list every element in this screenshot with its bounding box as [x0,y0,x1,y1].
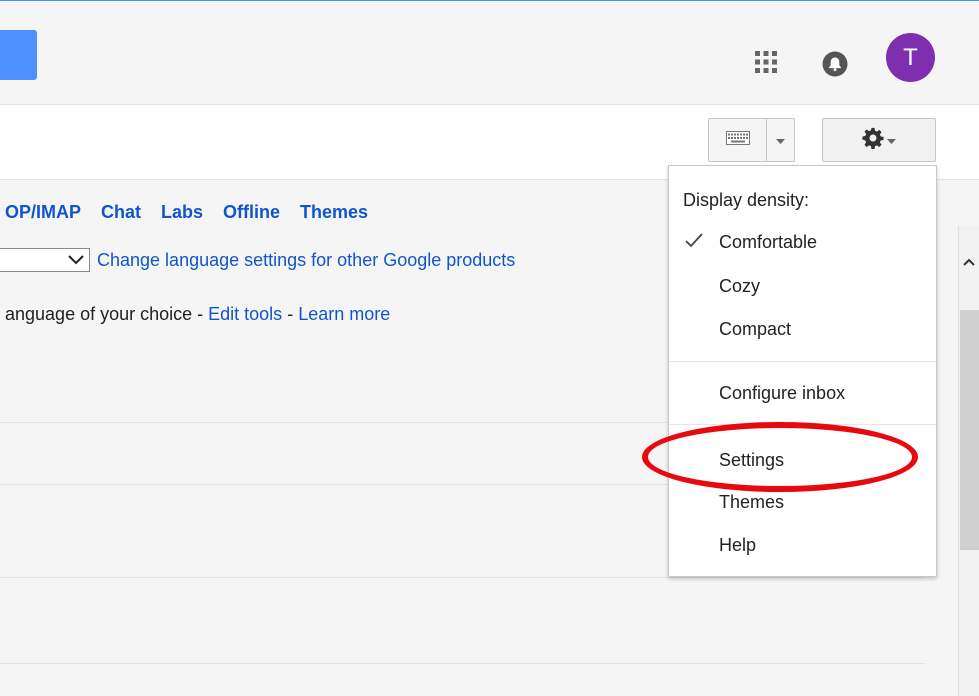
menu-item-themes[interactable]: Themes [719,492,784,513]
bell-icon[interactable] [822,51,848,77]
section-divider [0,663,925,664]
tab-pop-imap[interactable]: OP/IMAP [5,202,81,223]
input-tools-description: anguage of your choice - Edit tools - Le… [5,304,390,325]
menu-item-help[interactable]: Help [719,535,756,556]
keyboard-icon [725,130,750,150]
menu-divider [669,424,936,425]
input-tools-dropdown[interactable] [767,119,794,161]
settings-tabs: OP/IMAP Chat Labs Offline Themes [5,202,388,223]
change-language-link[interactable]: Change language settings for other Googl… [97,250,515,271]
menu-divider [669,361,936,362]
input-tools-separator: - [282,304,299,324]
density-header: Display density: [683,190,810,210]
header-bar: T [0,1,979,105]
chevron-down-icon [887,131,896,149]
gear-icon [862,127,884,154]
edit-tools-link[interactable]: Edit tools [208,304,282,324]
check-icon [683,229,705,251]
menu-item-cozy[interactable]: Cozy [719,276,760,297]
avatar-letter: T [903,43,918,71]
input-tools-button[interactable] [708,118,795,162]
chevron-down-icon [776,131,785,149]
settings-dropdown-menu: Display density: Comfortable Cozy Compac… [668,165,937,577]
input-tools-text: anguage of your choice - [5,304,209,324]
keyboard-toggle[interactable] [709,119,767,161]
avatar[interactable]: T [886,33,935,82]
menu-item-comfortable[interactable]: Comfortable [719,232,817,253]
tab-labs[interactable]: Labs [161,202,203,223]
chevron-up-icon [963,253,975,271]
chevron-down-icon [68,251,84,274]
section-divider [0,577,925,578]
menu-item-compact[interactable]: Compact [719,319,791,340]
tab-themes[interactable]: Themes [300,202,368,223]
menu-item-configure-inbox[interactable]: Configure inbox [719,383,845,404]
tab-chat[interactable]: Chat [101,202,141,223]
menu-item-settings[interactable]: Settings [719,450,784,471]
scroll-thumb[interactable] [960,310,979,550]
search-button[interactable] [0,30,37,80]
settings-gear-button[interactable] [822,118,936,162]
apps-grid-icon[interactable] [754,50,778,74]
vertical-scrollbar[interactable] [958,226,979,696]
tab-offline[interactable]: Offline [223,202,280,223]
language-select[interactable] [0,248,90,272]
scroll-up-button[interactable] [959,248,979,276]
learn-more-link[interactable]: Learn more [298,304,390,324]
